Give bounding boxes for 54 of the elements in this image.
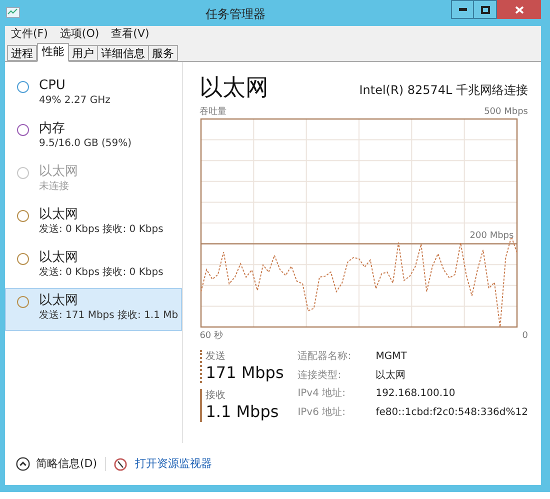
property-value: 以太网: [376, 368, 407, 382]
collapse-button[interactable]: 简略信息(D): [16, 456, 98, 472]
window-title: 任务管理器: [204, 6, 266, 23]
app-icon: [6, 7, 20, 18]
stat-value: 1.1 Mbps: [206, 402, 280, 422]
close-icon: [514, 6, 524, 14]
stat-label: 发送: [206, 350, 227, 363]
item-title: 内存: [39, 120, 66, 137]
stat-label: 接收: [206, 389, 227, 402]
menu-item[interactable]: 选项(O): [60, 26, 100, 43]
item-title: 以太网: [39, 292, 79, 309]
item-title: 以太网: [39, 206, 79, 223]
menu-item[interactable]: 查看(V): [111, 26, 150, 43]
property-label: IPv4 地址:: [298, 387, 347, 401]
sidebar-item[interactable]: 以太网 发送: 171 Mbps 接收: 1.1 Mb: [5, 288, 182, 331]
axis-label: 60 秒: [200, 330, 224, 342]
sidebar-item[interactable]: CPU 49% 2.27 GHz: [5, 73, 182, 116]
panel-title: 以太网: [200, 74, 269, 102]
tab[interactable]: 详细信息: [98, 45, 149, 61]
item-subtitle: 发送: 0 Kbps 接收: 0 Kbps: [39, 266, 164, 280]
property-label: 适配器名称:: [298, 350, 352, 364]
item-subtitle: 49% 2.27 GHz: [39, 94, 110, 108]
item-title: 以太网: [39, 163, 78, 180]
sidebar-item[interactable]: 内存 9.5/16.0 GB (59%): [5, 116, 182, 159]
sidebar-item[interactable]: 以太网 发送: 0 Kbps 接收: 0 Kbps: [5, 245, 182, 288]
resource-monitor-link[interactable]: 打开资源监视器: [135, 456, 212, 472]
graph-title: 吞吐量: [200, 106, 227, 118]
minimize-button[interactable]: [451, 0, 474, 19]
menu-item[interactable]: 文件(F): [11, 26, 48, 43]
item-subtitle: 发送: 171 Mbps 接收: 1.1 Mb: [39, 309, 178, 323]
item-title: CPU: [39, 77, 66, 94]
chevron-up-icon: [16, 457, 30, 471]
item-title: 以太网: [39, 249, 79, 266]
sidebar-item[interactable]: 以太网 发送: 0 Kbps 接收: 0 Kbps: [5, 202, 182, 245]
axis-label: 500 Mbps: [484, 106, 528, 118]
property-value: MGMT: [376, 350, 408, 364]
adapter-name: Intel(R) 82574L 千兆网络连接: [359, 82, 528, 99]
minimize-icon: [458, 8, 466, 11]
tab[interactable]: 进程: [7, 45, 37, 61]
maximize-button[interactable]: [474, 0, 497, 19]
tab[interactable]: 用户: [69, 45, 98, 61]
axis-label: 0: [522, 330, 528, 342]
item-subtitle: 发送: 0 Kbps 接收: 0 Kbps: [39, 223, 164, 237]
property-value: fe80::1cbd:f2c0:548:336d%12: [376, 406, 528, 420]
property-label: IPv6 地址:: [298, 406, 347, 420]
close-button[interactable]: [497, 0, 541, 19]
tab[interactable]: 性能: [37, 43, 69, 62]
tab[interactable]: 服务: [149, 45, 178, 61]
maximize-icon: [480, 6, 490, 14]
property-value: 192.168.100.10: [376, 387, 456, 401]
item-subtitle: 9.5/16.0 GB (59%): [39, 137, 132, 151]
item-subtitle: 未连接: [39, 180, 70, 194]
axis-label: 200 Mbps: [470, 230, 514, 242]
property-label: 连接类型:: [298, 368, 342, 382]
